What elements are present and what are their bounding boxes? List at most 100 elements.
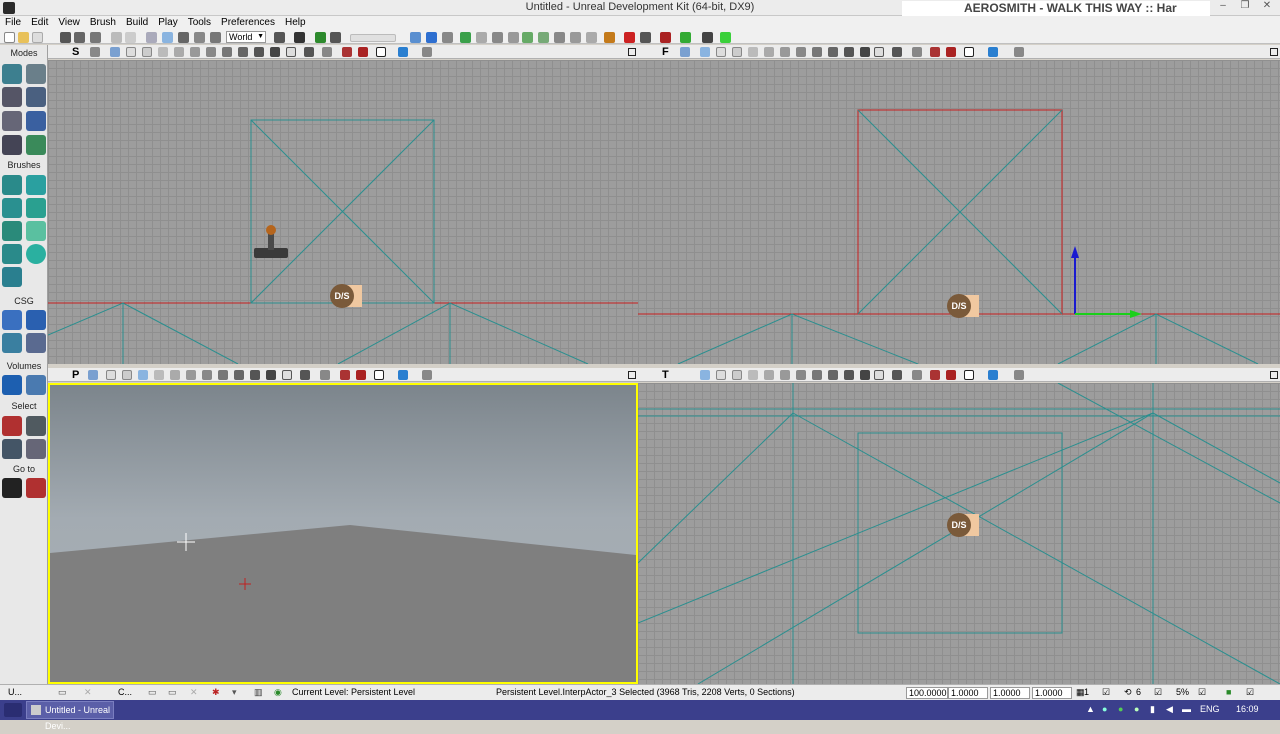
maximize-viewport-icon[interactable] [1270, 371, 1278, 379]
realtime-icon[interactable] [356, 370, 366, 380]
texture-density-icon[interactable] [222, 47, 232, 57]
build-all-icon[interactable] [538, 32, 549, 43]
show-hidden-icons-icon[interactable]: ▲ [1086, 704, 1095, 714]
player-start-icon[interactable] [254, 225, 288, 258]
panel-tab-1[interactable]: U... [8, 687, 22, 698]
translate-icon[interactable] [162, 32, 173, 43]
globe-icon[interactable] [460, 32, 471, 43]
foliage-mode-icon[interactable] [26, 111, 46, 131]
light-complexity-icon[interactable] [206, 47, 216, 57]
cube-brush-icon[interactable] [2, 175, 22, 195]
play-here-icon[interactable] [398, 47, 408, 57]
tray-app-icon[interactable]: ● [1102, 704, 1107, 714]
minimize-panel-icon[interactable]: ▭ [168, 687, 177, 698]
cylinder-brush-icon[interactable] [26, 198, 46, 218]
hide-selected-icon[interactable] [26, 416, 46, 436]
scale-icon[interactable] [194, 32, 205, 43]
menu-view[interactable]: View [53, 16, 85, 30]
red-tool-icon[interactable] [624, 32, 635, 43]
game-view-icon[interactable] [282, 370, 292, 380]
game-view-icon[interactable] [874, 370, 884, 380]
light-complexity-icon[interactable] [796, 370, 806, 380]
save-all-icon[interactable] [74, 32, 85, 43]
lighting-only-icon[interactable] [780, 370, 790, 380]
unlit-icon[interactable] [138, 370, 148, 380]
show-all-icon[interactable] [26, 439, 46, 459]
viewport-type-label[interactable]: S [72, 46, 79, 58]
pointer-icon[interactable]: ▾ [232, 687, 237, 698]
camera-speed-icon[interactable] [1014, 47, 1024, 57]
volume-icon[interactable]: ◀ [1166, 704, 1173, 715]
minimize-button[interactable]: – [1212, 0, 1234, 15]
maximize-toggle-icon[interactable] [964, 370, 974, 380]
restore-button[interactable]: ❐ [1234, 0, 1256, 15]
camera-mode-icon[interactable] [2, 64, 22, 84]
viewport-side[interactable]: D/S [48, 60, 638, 364]
menu-tools[interactable]: Tools [183, 16, 216, 30]
actor-lock-icon[interactable] [340, 370, 350, 380]
menu-play[interactable]: Play [153, 16, 182, 30]
close-panel-icon[interactable]: ✕ [84, 687, 92, 698]
start-button[interactable] [4, 703, 22, 717]
csg-subtract-icon[interactable] [26, 310, 46, 330]
scale-z-field[interactable]: 1.0000 [1032, 687, 1072, 699]
translate-gizmo-icon[interactable] [1071, 246, 1142, 318]
tray-app-icon[interactable]: ● [1134, 704, 1139, 714]
dominant-spotlight-icon[interactable]: D/S [943, 292, 979, 320]
clock[interactable]: 16:09 [1236, 704, 1259, 714]
lightmap-density-icon[interactable] [844, 47, 854, 57]
unlit-icon[interactable] [142, 47, 152, 57]
build-paths-icon[interactable] [508, 32, 519, 43]
viewport-type-label[interactable]: P [72, 369, 79, 381]
viewport-options-icon[interactable] [90, 47, 100, 57]
volumetric-brush-icon[interactable] [2, 267, 22, 287]
menu-file[interactable]: File [0, 16, 26, 30]
content-browser-icon[interactable] [410, 32, 421, 43]
game-view-icon[interactable] [874, 47, 884, 57]
invert-selection-icon[interactable] [2, 439, 22, 459]
goto-actor-icon[interactable] [2, 478, 22, 498]
lightmap-density-icon[interactable] [254, 47, 264, 57]
world-icon[interactable] [426, 32, 437, 43]
lighting-only-icon[interactable] [186, 370, 196, 380]
geometry-mode-icon[interactable] [26, 64, 46, 84]
viewport-perspective[interactable] [48, 383, 638, 684]
shader-complexity-icon[interactable] [238, 47, 248, 57]
show-flags-icon[interactable] [892, 47, 902, 57]
wireframe-icon[interactable] [126, 47, 136, 57]
reflections-icon[interactable] [860, 370, 870, 380]
viewport-type-label[interactable]: T [662, 369, 669, 381]
camera-speed-icon[interactable] [1014, 370, 1024, 380]
battery-icon[interactable]: ▬ [1182, 704, 1191, 714]
binoculars-icon[interactable] [274, 32, 285, 43]
detail-lighting-icon[interactable] [764, 370, 774, 380]
lit-icon[interactable] [748, 370, 758, 380]
detail-lighting-icon[interactable] [174, 47, 184, 57]
save-icon[interactable] [60, 32, 71, 43]
k-tool-icon[interactable] [702, 32, 713, 43]
build-lighting-icon[interactable] [492, 32, 503, 43]
detail-lighting-icon[interactable] [764, 47, 774, 57]
new-map-icon[interactable] [32, 32, 43, 43]
leaf-icon[interactable] [26, 135, 46, 155]
camera-speed-icon[interactable] [422, 370, 432, 380]
lightmap-density-icon[interactable] [250, 370, 260, 380]
menu-preferences[interactable]: Preferences [216, 16, 280, 30]
scale-snap-value[interactable]: 5% [1176, 687, 1189, 698]
texture-align-icon[interactable] [26, 87, 46, 107]
scale-x-field[interactable]: 1.0000 [948, 687, 988, 699]
reflections-icon[interactable] [860, 47, 870, 57]
viewport-type-label[interactable]: F [662, 46, 669, 58]
record-icon[interactable] [660, 32, 671, 43]
maximize-viewport-icon[interactable] [628, 48, 636, 56]
save-current-icon[interactable] [90, 32, 101, 43]
lightmap-density-icon[interactable] [844, 370, 854, 380]
maximize-toggle-icon[interactable] [376, 47, 386, 57]
select-icon[interactable] [146, 32, 157, 43]
lighting-only-icon[interactable] [780, 47, 790, 57]
realtime-icon[interactable] [946, 370, 956, 380]
scale-snap-checkbox[interactable]: ☑ [1198, 687, 1206, 698]
lighting-only-icon[interactable] [190, 47, 200, 57]
detail-lighting-icon[interactable] [170, 370, 180, 380]
menu-brush[interactable]: Brush [85, 16, 121, 30]
